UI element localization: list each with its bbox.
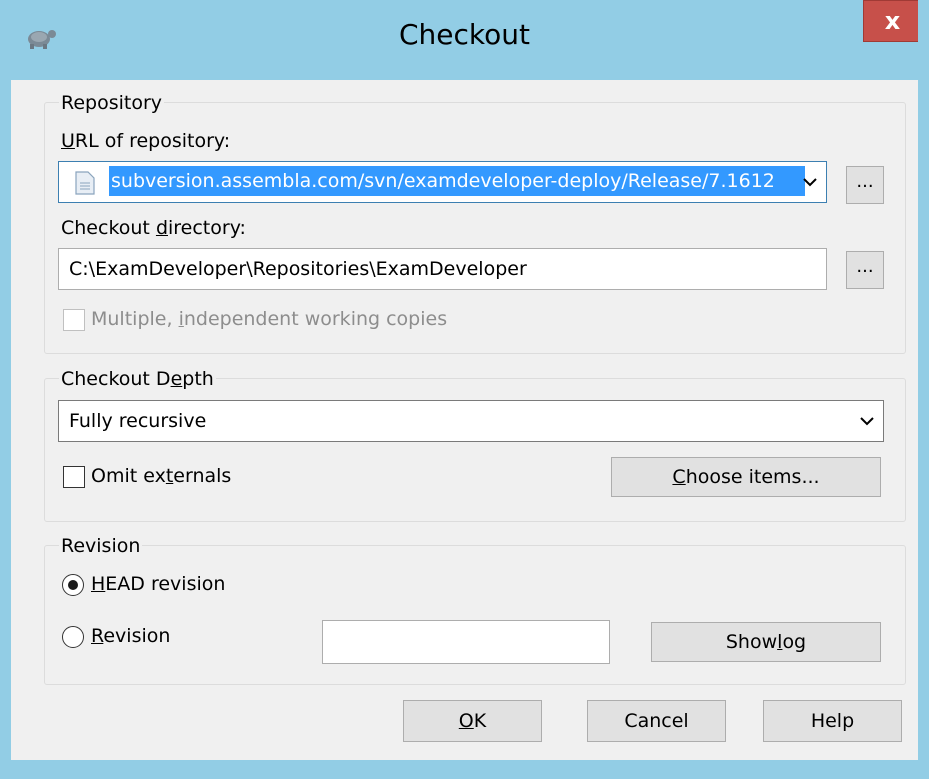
checkout-dialog: Checkout x Repository URL of repository:… [0, 0, 929, 779]
close-button[interactable]: x [863, 0, 922, 42]
show-log-button[interactable]: Show l og [651, 622, 881, 662]
url-label: URL of repository: [61, 130, 231, 152]
url-input[interactable]: subversion.assembla.com/svn/examdevelope… [109, 166, 805, 196]
help-button[interactable]: Help [763, 700, 902, 742]
checkout-depth-label: Checkout Depth [59, 368, 216, 390]
depth-combobox[interactable]: Fully recursive [58, 400, 884, 442]
url-browse-button[interactable]: ... [846, 166, 884, 204]
checkout-dir-label: Checkout directory: [61, 217, 246, 239]
repository-group-label: Repository [59, 92, 165, 114]
checkout-dir-value: C:\ExamDeveloper\Repositories\ExamDevelo… [69, 258, 527, 280]
multiple-copies-label: Multiple, independent working copies [91, 308, 448, 330]
revision-group-label: Revision [59, 535, 143, 557]
chevron-down-icon[interactable] [800, 172, 820, 192]
chevron-down-icon[interactable] [857, 411, 877, 431]
checkout-dir-input[interactable]: C:\ExamDeveloper\Repositories\ExamDevelo… [58, 248, 827, 290]
dialog-client-area: Repository URL of repository: subversion… [11, 80, 918, 760]
head-revision-radio[interactable] [62, 574, 84, 596]
frame-left [0, 0, 11, 779]
cancel-button[interactable]: Cancel [587, 700, 726, 742]
frame-bottom [0, 760, 929, 779]
frame-right [918, 0, 929, 779]
close-icon: x [884, 7, 901, 35]
ok-button[interactable]: OK [403, 700, 542, 742]
revision-group [44, 545, 906, 685]
multiple-copies-checkbox[interactable] [63, 309, 85, 331]
choose-items-button[interactable]: Choose items... [611, 457, 881, 497]
radio-selected-dot [68, 580, 78, 590]
revision-label: Revision [91, 625, 171, 647]
head-revision-label: HEAD revision [91, 573, 226, 595]
omit-externals-label: Omit externals [91, 465, 232, 487]
revision-radio[interactable] [62, 626, 84, 648]
omit-externals-checkbox[interactable] [63, 466, 85, 488]
url-combobox[interactable]: subversion.assembla.com/svn/examdevelope… [58, 161, 827, 203]
title-bar[interactable]: Checkout x [0, 0, 929, 80]
window-title: Checkout [399, 18, 530, 51]
revision-input[interactable] [322, 620, 610, 664]
dir-browse-button[interactable]: ... [846, 251, 884, 289]
depth-selected: Fully recursive [69, 410, 207, 432]
document-icon [75, 171, 95, 195]
